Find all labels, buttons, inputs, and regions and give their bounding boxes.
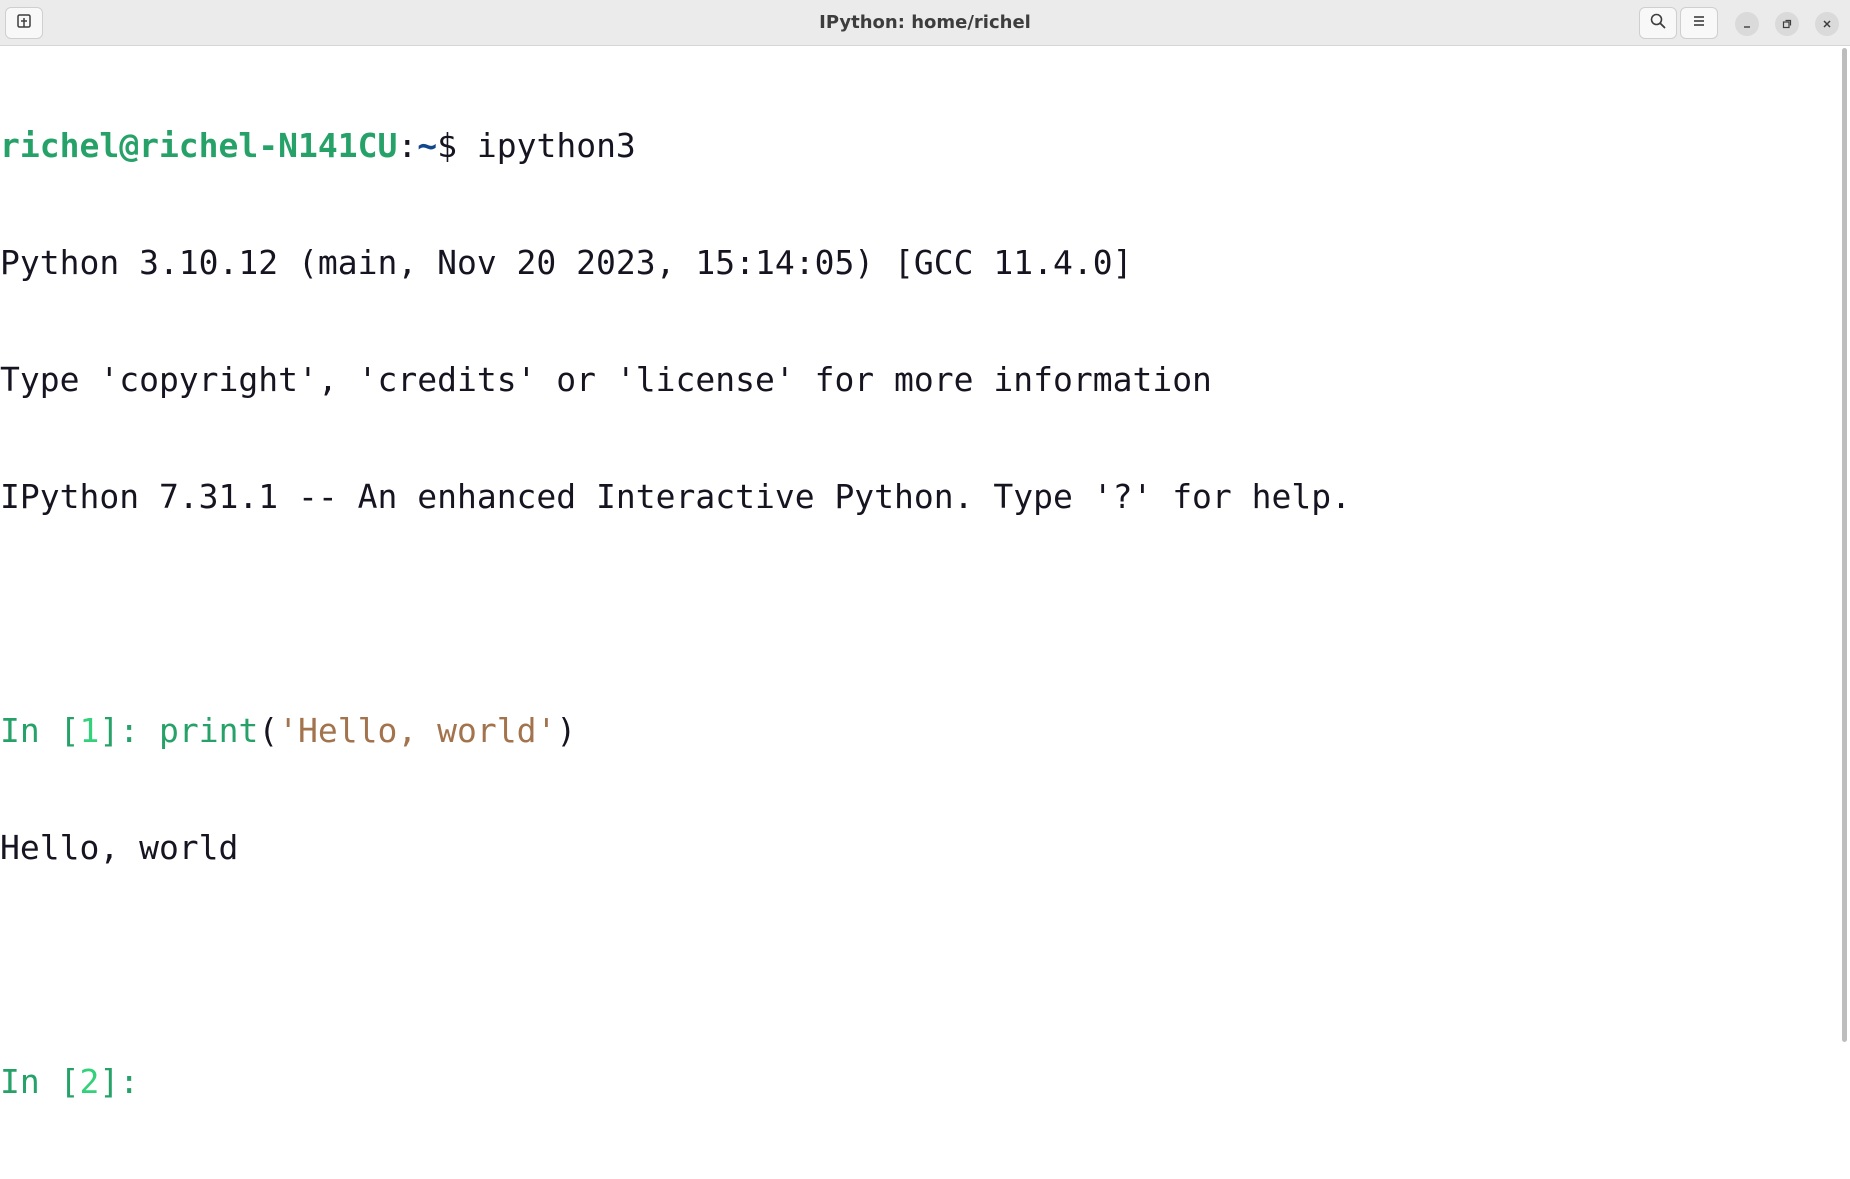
code-paren-open: (	[258, 711, 279, 750]
title-bar[interactable]: IPython: home/richel	[0, 0, 1850, 46]
banner-line: Python 3.10.12 (main, Nov 20 2023, 15:14…	[0, 243, 1133, 282]
in-prompt-number: 1	[79, 711, 100, 750]
new-tab-button[interactable]	[5, 7, 43, 39]
minimize-icon	[1741, 15, 1753, 34]
prompt-user-host: richel@richel-N141CU	[0, 126, 398, 165]
in-prompt-open: In [	[0, 1062, 80, 1101]
search-icon	[1649, 12, 1667, 34]
prompt-colon: :	[397, 126, 418, 165]
new-tab-icon	[16, 13, 32, 33]
code-string: 'Hello, world'	[278, 711, 557, 750]
menu-button[interactable]	[1680, 7, 1718, 39]
vertical-scrollbar[interactable]	[1842, 48, 1847, 1042]
code-function: print	[158, 711, 259, 750]
banner-line: Type 'copyright', 'credits' or 'license'…	[0, 360, 1212, 399]
in-prompt-close: ]:	[99, 1062, 159, 1101]
input-cell-2[interactable]: In [2]:	[0, 1062, 1836, 1101]
prompt-path: ~	[417, 126, 438, 165]
window-title: IPython: home/richel	[819, 12, 1031, 33]
code-paren-close: )	[556, 711, 577, 750]
maximize-button[interactable]	[1775, 12, 1799, 36]
close-button[interactable]	[1815, 12, 1839, 36]
in-prompt-close: ]:	[99, 711, 159, 750]
output-cell-1: Hello, world	[0, 828, 239, 867]
maximize-icon	[1781, 15, 1793, 34]
search-button[interactable]	[1639, 7, 1677, 39]
in-prompt-number: 2	[79, 1062, 100, 1101]
input-cell-1: In [1]: print('Hello, world')	[0, 711, 1836, 750]
shell-prompt-line: richel@richel-N141CU:~$ ipython3	[0, 126, 1836, 165]
terminal-window: IPython: home/richel richel@richel-N141C…	[0, 0, 1850, 1101]
shell-command: ipython3	[476, 126, 636, 165]
prompt-symbol: $	[437, 126, 477, 165]
banner-line: IPython 7.31.1 -- An enhanced Interactiv…	[0, 477, 1352, 516]
terminal-output[interactable]: richel@richel-N141CU:~$ ipython3 Python …	[0, 46, 1836, 1101]
hamburger-menu-icon	[1691, 13, 1707, 33]
in-prompt-open: In [	[0, 711, 80, 750]
close-icon	[1821, 15, 1833, 34]
minimize-button[interactable]	[1735, 12, 1759, 36]
